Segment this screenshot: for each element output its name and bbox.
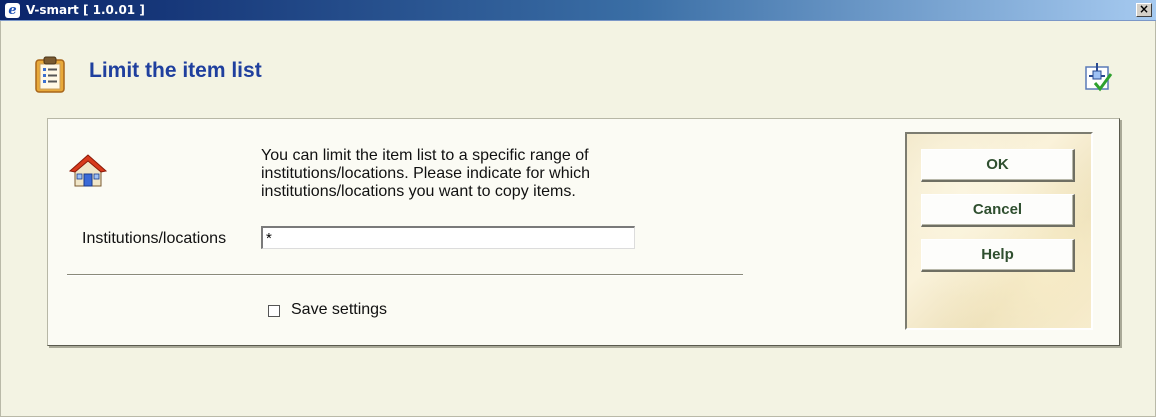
ie-app-icon: e (5, 3, 20, 18)
save-settings-checkbox[interactable] (268, 305, 280, 317)
workflow-check-icon[interactable] (1083, 62, 1113, 92)
help-button[interactable]: Help (921, 239, 1075, 272)
instructions-text: You can limit the item list to a specifi… (261, 147, 591, 200)
clipboard-list-icon (34, 56, 66, 94)
window-title: V-smart [ 1.0.01 ] (26, 3, 145, 17)
institutions-locations-label: Institutions/locations (82, 230, 227, 247)
page-title: Limit the item list (89, 59, 262, 82)
institutions-locations-input[interactable] (261, 226, 635, 249)
cancel-button[interactable]: Cancel (921, 194, 1075, 227)
house-icon (68, 152, 108, 190)
close-button[interactable]: × (1136, 3, 1152, 17)
window-titlebar: e V-smart [ 1.0.01 ] × (0, 0, 1156, 21)
ok-button[interactable]: OK (921, 149, 1075, 182)
divider (67, 274, 743, 276)
save-settings-label[interactable]: Save settings (291, 301, 387, 319)
